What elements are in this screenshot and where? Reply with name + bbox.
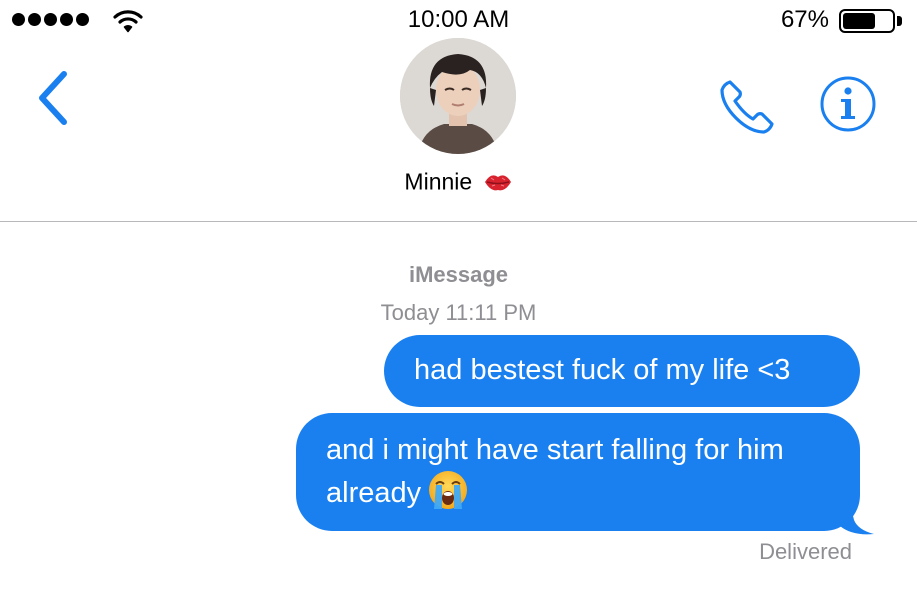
delivery-status: Delivered [759, 539, 852, 564]
info-icon [820, 76, 876, 132]
battery-nub [897, 16, 902, 26]
message-text: and i might have start falling for him a… [326, 434, 784, 509]
conversation-header: Minnie [0, 38, 917, 222]
contact-name: Minnie [404, 168, 473, 195]
info-button[interactable] [818, 74, 878, 134]
battery-fill [843, 13, 875, 29]
contact-avatar[interactable] [400, 38, 516, 154]
phone-icon [720, 80, 774, 134]
avatar-photo [400, 38, 516, 154]
message-text: had bestest fuck of my life <3 [414, 354, 791, 386]
message-timestamp: Today 11:11 PM [380, 300, 537, 325]
chevron-left-icon [39, 71, 67, 125]
lips-icon [484, 175, 511, 191]
sent-message-bubble[interactable]: and i might have start falling for him a… [296, 413, 860, 531]
status-bar: 10:00 AM 67% [0, 0, 917, 40]
sent-message-bubble[interactable]: had bestest fuck of my life <3 [384, 335, 860, 407]
battery-icon [839, 9, 895, 33]
call-button[interactable] [716, 74, 780, 138]
status-time: 10:00 AM [407, 6, 510, 33]
back-button[interactable] [30, 68, 80, 132]
service-label: iMessage [408, 262, 509, 287]
battery-percentage: 67% [780, 6, 829, 33]
bubble-tail [838, 500, 874, 535]
contact-name-row[interactable]: Minnie [0, 167, 917, 195]
loudly-crying-face-icon [429, 471, 468, 510]
